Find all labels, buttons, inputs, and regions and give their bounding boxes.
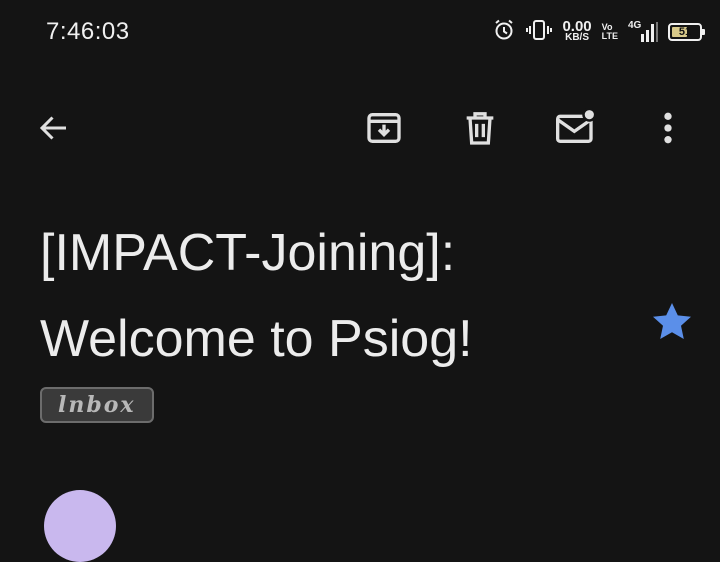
trash-icon xyxy=(466,112,494,145)
status-bar: 7:46:03 0.00 KB/S Vo LTE 4G 51 xyxy=(0,0,720,64)
status-icons: 0.00 KB/S Vo LTE 4G 51 xyxy=(492,16,705,48)
inbox-label-chip[interactable]: lnbox xyxy=(40,387,154,423)
archive-button[interactable] xyxy=(360,104,408,152)
volte-indicator: Vo LTE xyxy=(602,23,618,41)
alarm-icon xyxy=(492,18,516,47)
network-speed: 0.00 KB/S xyxy=(562,18,592,43)
more-vert-icon xyxy=(664,112,672,144)
vibrate-icon xyxy=(526,18,553,47)
mark-unread-icon xyxy=(556,108,597,143)
network-speed-unit: KB/S xyxy=(565,32,589,43)
delete-button[interactable] xyxy=(456,104,504,152)
email-toolbar xyxy=(0,96,720,160)
clock-time: 7:46:03 xyxy=(46,18,130,45)
archive-icon xyxy=(367,113,401,143)
battery-level: 51 xyxy=(678,26,692,38)
signal-icon: 4G xyxy=(628,20,658,44)
back-button[interactable] xyxy=(30,104,78,152)
more-options-button[interactable] xyxy=(644,104,692,152)
mark-unread-button[interactable] xyxy=(552,104,600,152)
star-button[interactable] xyxy=(648,298,696,346)
volte-bottom: LTE xyxy=(601,31,618,41)
arrow-back-icon xyxy=(39,116,66,140)
sender-avatar[interactable] xyxy=(44,490,116,562)
subject-line-1: [IMPACT-Joining]: xyxy=(40,224,456,282)
battery-icon: 51 xyxy=(668,23,705,41)
email-subject: [IMPACT-Joining]: Welcome to Psiog! xyxy=(40,210,640,382)
star-icon xyxy=(653,303,691,339)
network-speed-value: 0.00 xyxy=(562,18,592,35)
subject-line-2: Welcome to Psiog! xyxy=(40,310,473,368)
